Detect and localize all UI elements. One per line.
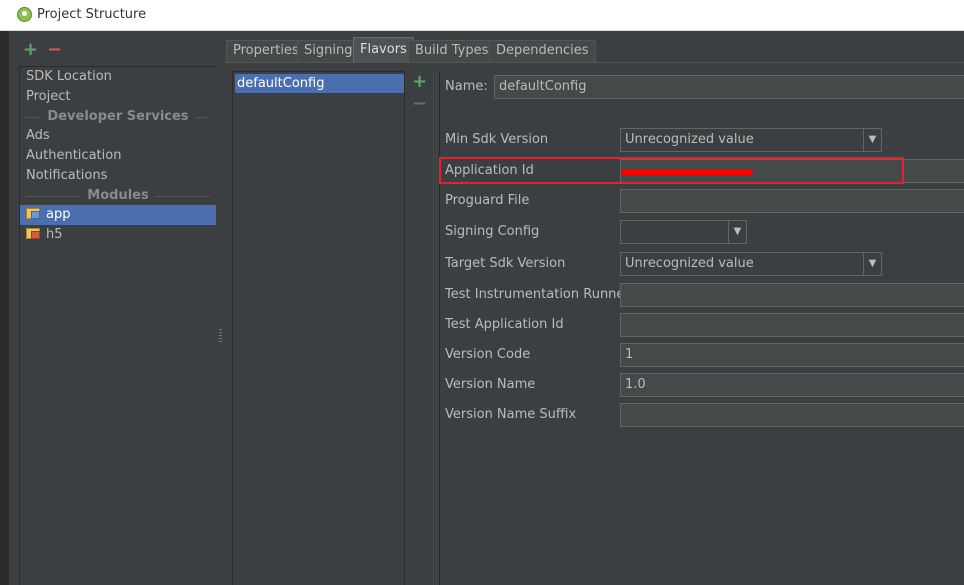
flavor-toolbar: + −	[407, 71, 431, 585]
version-code-field[interactable]: 1	[620, 343, 964, 367]
flavor-item-defaultconfig[interactable]: defaultConfig	[235, 74, 404, 93]
target-sdk-label: Target Sdk Version	[445, 256, 566, 271]
sidebar-item-sdk-location[interactable]: SDK Location	[20, 67, 216, 87]
module-icon	[26, 228, 42, 240]
test-app-id-field[interactable]	[620, 313, 964, 337]
test-runner-label: Test Instrumentation Runner	[445, 287, 630, 302]
sidebar-item-module-app[interactable]: app	[20, 205, 216, 225]
add-flavor-icon[interactable]: +	[412, 73, 427, 91]
name-label: Name:	[445, 79, 488, 94]
target-sdk-dropdown[interactable]: Unrecognized value ▼	[620, 252, 882, 276]
test-app-id-label: Test Application Id	[445, 317, 564, 332]
signing-config-dropdown[interactable]: ▼	[620, 220, 747, 244]
chevron-down-icon[interactable]: ▼	[728, 221, 746, 243]
sidebar-list: SDK Location Project Developer Services …	[19, 66, 216, 585]
module-icon	[26, 208, 42, 220]
min-sdk-dropdown[interactable]: Unrecognized value ▼	[620, 128, 882, 152]
section-developer-services: Developer Services	[20, 107, 216, 127]
version-name-label: Version Name	[445, 377, 536, 392]
chevron-down-icon[interactable]: ▼	[863, 129, 881, 151]
tab-build-types[interactable]: Build Types	[408, 40, 496, 62]
splitter-grip-icon[interactable]	[219, 329, 222, 343]
tab-dependencies[interactable]: Dependencies	[489, 40, 596, 62]
flavor-list: defaultConfig	[232, 71, 405, 585]
sidebar-item-ads[interactable]: Ads	[20, 126, 216, 146]
flavor-form: Name: defaultConfig Min Sdk Version Unre…	[439, 71, 964, 585]
remove-flavor-icon[interactable]: −	[412, 95, 427, 113]
remove-icon[interactable]: −	[47, 41, 62, 59]
flavors-panel: defaultConfig + − Name: defaultConfig Mi…	[224, 62, 964, 585]
sidebar-item-authentication[interactable]: Authentication	[20, 146, 216, 166]
name-field[interactable]: defaultConfig	[494, 75, 964, 99]
window-title: Project Structure	[37, 7, 147, 22]
version-name-suffix-label: Version Name Suffix	[445, 407, 577, 422]
sidebar-item-module-h5[interactable]: h5	[20, 225, 216, 245]
highlight-box	[439, 157, 904, 184]
version-name-field[interactable]: 1.0	[620, 373, 964, 397]
sidebar-item-notifications[interactable]: Notifications	[20, 166, 216, 186]
module-label: app	[46, 207, 71, 222]
chevron-down-icon[interactable]: ▼	[863, 253, 881, 275]
signing-config-label: Signing Config	[445, 224, 540, 239]
android-studio-icon	[17, 7, 32, 22]
min-sdk-label: Min Sdk Version	[445, 132, 549, 147]
section-heading: Developer Services	[41, 109, 195, 124]
background-window-strip	[0, 31, 9, 585]
left-pane: + − SDK Location Project Developer Servi…	[9, 31, 217, 585]
title-bar: Project Structure	[0, 0, 964, 31]
tab-properties[interactable]: Properties	[226, 40, 306, 62]
add-icon[interactable]: +	[23, 41, 38, 59]
section-modules: Modules	[20, 186, 216, 206]
version-code-label: Version Code	[445, 347, 531, 362]
test-runner-field[interactable]	[620, 283, 964, 307]
target-sdk-value: Unrecognized value	[625, 256, 754, 271]
tab-signing[interactable]: Signing	[297, 40, 360, 62]
module-label: h5	[46, 227, 63, 242]
section-heading: Modules	[81, 188, 155, 203]
proguard-file-label: Proguard File	[445, 193, 530, 208]
proguard-file-field[interactable]	[620, 189, 964, 213]
min-sdk-value: Unrecognized value	[625, 132, 754, 147]
version-name-suffix-field[interactable]	[620, 403, 964, 427]
sidebar-item-project[interactable]: Project	[20, 87, 216, 107]
pane-splitter[interactable]	[217, 31, 224, 585]
tab-flavors[interactable]: Flavors	[353, 37, 414, 62]
